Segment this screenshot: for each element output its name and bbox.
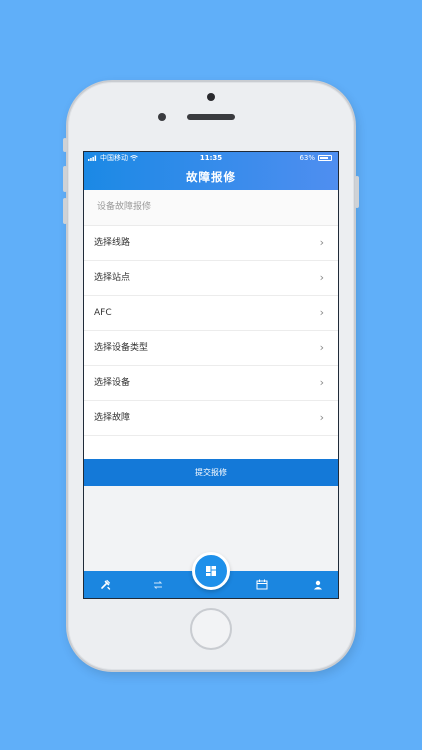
wrench-icon (100, 579, 110, 590)
volume-up-button (63, 166, 67, 192)
submit-repair-button[interactable]: 提交报修 (84, 459, 338, 486)
tab-profile[interactable] (305, 571, 331, 598)
section-title: 设备故障报修 (84, 190, 338, 226)
earpiece-speaker (187, 114, 235, 120)
page-title: 故障报修 (84, 164, 338, 190)
form-list: 设备故障报修 选择线路 › 选择站点 › AFC › 选择设备类型 › 选择设备… (84, 190, 338, 462)
home-dashboard-button[interactable] (192, 552, 230, 590)
front-camera (207, 93, 215, 101)
status-bar: 中国移动 11:35 63% (84, 152, 338, 164)
mute-switch (63, 138, 67, 152)
row-select-device-type[interactable]: 选择设备类型 › (84, 331, 338, 366)
row-label: 选择设备类型 (94, 343, 149, 353)
chevron-right-icon: › (319, 236, 324, 249)
chevron-right-icon: › (319, 376, 324, 389)
status-right: 63% (299, 152, 332, 164)
row-select-line[interactable]: 选择线路 › (84, 226, 338, 261)
tab-repair[interactable] (92, 571, 118, 598)
row-select-device[interactable]: 选择设备 › (84, 366, 338, 401)
tab-transfer[interactable] (145, 571, 171, 598)
chevron-right-icon: › (319, 341, 324, 354)
row-label: 选择线路 (94, 238, 131, 248)
battery-icon (318, 155, 332, 161)
chevron-right-icon: › (319, 271, 324, 284)
chevron-right-icon: › (319, 306, 324, 319)
row-select-fault[interactable]: 选择故障 › (84, 401, 338, 436)
tab-calendar[interactable] (249, 571, 275, 598)
proximity-sensor (158, 113, 166, 121)
phone-screen: 中国移动 11:35 63% 故障报修 设备故障报修 选择线路 › 选择站点 ›… (83, 151, 339, 599)
row-label: 选择设备 (94, 378, 131, 388)
row-label: 选择故障 (94, 413, 131, 423)
user-icon (314, 580, 322, 589)
chevron-right-icon: › (319, 411, 324, 424)
row-afc[interactable]: AFC › (84, 296, 338, 331)
dashboard-icon (206, 566, 216, 576)
row-label: 选择站点 (94, 273, 131, 283)
home-button[interactable] (190, 608, 232, 650)
row-select-station[interactable]: 选择站点 › (84, 261, 338, 296)
battery-percent: 63% (299, 154, 315, 162)
calendar-icon (256, 579, 268, 590)
row-label: AFC (94, 308, 112, 318)
volume-down-button (63, 198, 67, 224)
power-button (355, 176, 359, 208)
swap-icon (153, 580, 163, 589)
